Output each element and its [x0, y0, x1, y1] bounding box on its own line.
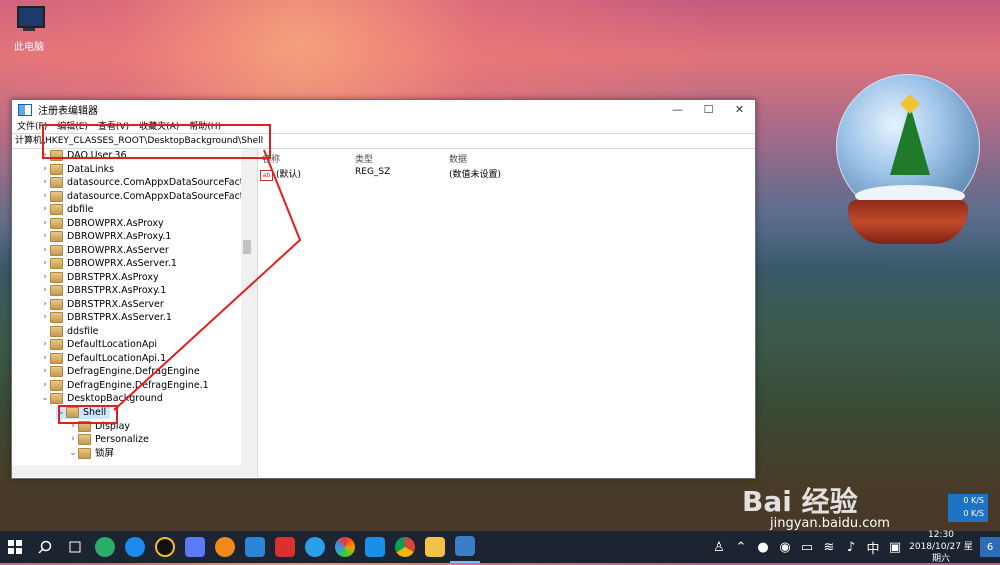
feishu-icon[interactable] — [180, 531, 210, 563]
ie-icon[interactable] — [300, 531, 330, 563]
clock[interactable]: 12:30 2018/10/27 星期六 — [906, 529, 976, 565]
tray-app-icon[interactable]: ● — [752, 531, 774, 563]
red-app-icon[interactable] — [270, 531, 300, 563]
start-button[interactable] — [0, 531, 30, 563]
ime-icon[interactable]: ▣ — [884, 531, 906, 563]
people-icon[interactable]: ♙ — [708, 531, 730, 563]
battery-icon[interactable]: ▭ — [796, 531, 818, 563]
search-icon[interactable] — [30, 531, 60, 563]
wifi-icon[interactable]: ≋ — [818, 531, 840, 563]
baidu-watermark: Bai 经验 — [742, 485, 858, 518]
chevron-up-icon[interactable]: ⌃ — [730, 531, 752, 563]
kugou-icon[interactable] — [120, 531, 150, 563]
upload-speed: 0 K/S — [963, 496, 984, 505]
chrome-icon[interactable] — [390, 531, 420, 563]
taskbar: ♙ ⌃ ● ◉ ▭ ≋ ♪ 中 ▣ 12:30 2018/10/27 星期六 6 — [0, 529, 1000, 565]
task-view-icon[interactable] — [60, 531, 90, 563]
file-explorer-icon[interactable] — [420, 531, 450, 563]
system-tray: ♙ ⌃ ● ◉ ▭ ≋ ♪ 中 ▣ 12:30 2018/10/27 星期六 6 — [708, 529, 1000, 565]
blue-app-icon[interactable] — [240, 531, 270, 563]
annotation-arrow — [113, 149, 302, 411]
orange-app-icon[interactable] — [210, 531, 240, 563]
network-speed-widget[interactable]: 0 K/S 0 K/S — [948, 494, 988, 522]
tray-app-2-icon[interactable]: ◉ — [774, 531, 796, 563]
baidu-watermark-url: jingyan.baidu.com — [770, 516, 890, 531]
windows-icon — [8, 540, 22, 554]
colorful-app-icon[interactable] — [330, 531, 360, 563]
registry-editor-taskbar-icon[interactable] — [450, 531, 480, 563]
input-language[interactable]: 中 — [862, 531, 884, 563]
headset-app-icon[interactable] — [360, 531, 390, 563]
download-speed: 0 K/S — [963, 509, 984, 518]
clock-time: 12:30 — [928, 530, 954, 540]
clock-date: 2018/10/27 星期六 — [909, 542, 973, 564]
volume-icon[interactable]: ♪ — [840, 531, 862, 563]
notification-center-button[interactable]: 6 — [980, 537, 1000, 557]
qq-icon[interactable] — [150, 531, 180, 563]
wechat-icon[interactable] — [90, 531, 120, 563]
